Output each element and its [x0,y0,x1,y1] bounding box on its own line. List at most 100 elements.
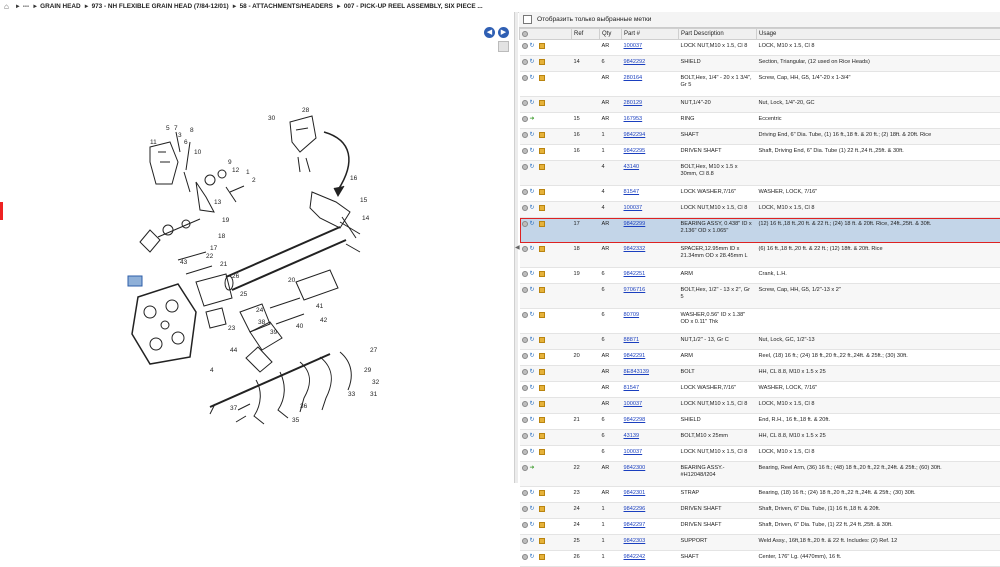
diagram-callout[interactable]: 42 [320,317,328,324]
select-circle-icon[interactable] [522,465,528,471]
column-header-ref[interactable]: Ref [572,29,600,40]
part-number-link[interactable]: 280129 [624,100,643,106]
table-row[interactable]: ↻AR280164BOLT,Hex, 1/4" - 20 x 1 3/4", G… [520,72,1000,97]
table-row[interactable]: ↻20AR9842291ARMReel, (18) 16 ft.; (24) 1… [520,350,1000,366]
diagram-callout[interactable]: 37 [230,405,238,412]
diagram-callout[interactable]: 18 [218,233,226,240]
table-row[interactable]: ↻2169842298SHIELDEnd, R.H., 16 ft.,18 ft… [520,414,1000,430]
diagram-callout[interactable]: 24 [256,307,264,314]
link-arrow-icon[interactable]: ↻ [530,337,537,343]
diagram-callout[interactable]: 41 [316,303,324,310]
home-icon[interactable]: ⌂ [4,2,9,11]
cart-box-icon[interactable] [539,148,545,154]
column-header-usage[interactable]: Usage [757,29,1000,40]
cart-box-icon[interactable] [539,490,545,496]
part-number-link[interactable]: 9706716 [624,287,646,293]
diagram-callout[interactable]: 30 [268,115,276,122]
table-row[interactable]: ↻481547LOCK WASHER,7/16"WASHER, LOCK, 7/… [520,186,1000,202]
select-circle-icon[interactable] [522,271,528,277]
diagram-callout[interactable]: 4 [210,367,214,374]
diagram-callout[interactable]: 17 [210,245,218,252]
table-row[interactable]: ↻AR8E843139BOLTHH, CL 8.8, M10 x 1.5 x 2… [520,366,1000,382]
select-circle-icon[interactable] [522,337,528,343]
diagram-callout[interactable]: 23 [228,325,236,332]
diagram-callout[interactable]: 39 [270,329,278,336]
show-selected-only-checkbox[interactable] [523,15,532,24]
table-row[interactable]: ↻AR100037LOCK NUT,M10 x 1.5, Cl 8LOCK, M… [520,40,1000,56]
link-arrow-icon[interactable]: ↻ [530,401,537,407]
part-number-link[interactable]: 100037 [624,43,643,49]
link-arrow-icon[interactable]: ↻ [530,287,537,293]
diagram-callout[interactable]: 13 [214,199,222,206]
cart-box-icon[interactable] [539,271,545,277]
part-number-link[interactable]: 88871 [624,337,640,343]
replacement-arrow-icon[interactable]: ➜ [530,465,537,471]
table-row[interactable]: ↻1619842294SHAFTDriving End, 6" Dia. Tub… [520,129,1000,145]
cart-box-icon[interactable] [539,75,545,81]
diagram-callout[interactable]: 31 [370,391,378,398]
diagram-callout[interactable]: 19 [222,217,230,224]
column-header-actions[interactable] [520,29,572,40]
table-row[interactable]: ↻2519842303SUPPORTWeld Assy., 16ft,18 ft… [520,535,1000,551]
table-row[interactable]: ↻6100037LOCK NUT,M10 x 1.5, Cl 8LOCK, M1… [520,446,1000,462]
diagram-callout[interactable]: 33 [348,391,356,398]
cart-box-icon[interactable] [539,205,545,211]
diagram-callout[interactable]: 5 [166,125,170,132]
cart-box-icon[interactable] [539,369,545,375]
cart-box-icon[interactable] [539,59,545,65]
select-circle-icon[interactable] [522,116,528,122]
part-number-link[interactable]: 8E843139 [624,369,650,375]
diagram-callout[interactable]: 14 [362,215,370,222]
cart-box-icon[interactable] [539,164,545,170]
select-circle-icon[interactable] [522,353,528,359]
cart-box-icon[interactable] [539,522,545,528]
diagram-callout[interactable]: 16 [350,175,358,182]
link-arrow-icon[interactable]: ↻ [530,271,537,277]
select-circle-icon[interactable] [522,538,528,544]
part-number-link[interactable]: 100037 [624,401,643,407]
cart-box-icon[interactable] [539,538,545,544]
diagram-callout[interactable]: 1 [246,169,250,176]
table-row[interactable]: ➜15AR167953RINGEccentric [520,113,1000,129]
link-arrow-icon[interactable]: ↻ [530,369,537,375]
diagram-callout[interactable]: 21 [220,261,228,268]
breadcrumb-item[interactable]: 973 - NH FLEXIBLE GRAIN HEAD (7/84-12/01… [92,3,229,10]
link-arrow-icon[interactable]: ↻ [530,312,537,318]
diagram-callout[interactable]: 26 [232,273,240,280]
part-number-link[interactable]: 9842303 [624,538,646,544]
table-row-selected[interactable]: ↻17AR9842299BEARING ASSY, 0.438" ID x 2.… [520,218,1000,243]
settings-icon[interactable] [522,31,528,37]
select-circle-icon[interactable] [522,221,528,227]
select-circle-icon[interactable] [522,449,528,455]
link-arrow-icon[interactable]: ↻ [530,490,537,496]
link-arrow-icon[interactable]: ↻ [530,522,537,528]
select-circle-icon[interactable] [522,246,528,252]
part-number-link[interactable]: 9842295 [624,148,646,154]
select-circle-icon[interactable] [522,369,528,375]
link-arrow-icon[interactable]: ↻ [530,100,537,106]
diagram-callout[interactable]: 25 [240,291,248,298]
replacement-arrow-icon[interactable]: ➜ [530,116,537,122]
table-row[interactable]: ↻2419842296DRIVEN SHAFTShaft, Driven, 6"… [520,503,1000,519]
table-row[interactable]: ↻1969842251ARMCrank, L.H. [520,268,1000,284]
link-arrow-icon[interactable]: ↻ [530,164,537,170]
part-number-link[interactable]: 9842291 [624,353,646,359]
part-number-link[interactable]: 9842292 [624,59,646,65]
select-circle-icon[interactable] [522,189,528,195]
panel-splitter[interactable]: ◀ [514,12,518,483]
diagram-callout[interactable]: 40 [296,323,304,330]
link-arrow-icon[interactable]: ↻ [530,75,537,81]
part-number-link[interactable]: 43139 [624,433,640,439]
diagram-callout[interactable]: 3 [178,132,182,139]
select-circle-icon[interactable] [522,433,528,439]
part-number-link[interactable]: 43140 [624,164,640,170]
part-number-link[interactable]: 9842300 [624,465,646,471]
link-arrow-icon[interactable]: ↻ [530,246,537,252]
table-row[interactable]: ↻680709WASHER,0.56" ID x 1.38" OD x 0.11… [520,309,1000,334]
select-circle-icon[interactable] [522,490,528,496]
link-arrow-icon[interactable]: ↻ [530,221,537,227]
cart-box-icon[interactable] [539,433,545,439]
table-row[interactable]: ↻1619842295DRIVEN SHAFTShaft, Driving En… [520,145,1000,161]
select-circle-icon[interactable] [522,205,528,211]
link-arrow-icon[interactable]: ↻ [530,59,537,65]
